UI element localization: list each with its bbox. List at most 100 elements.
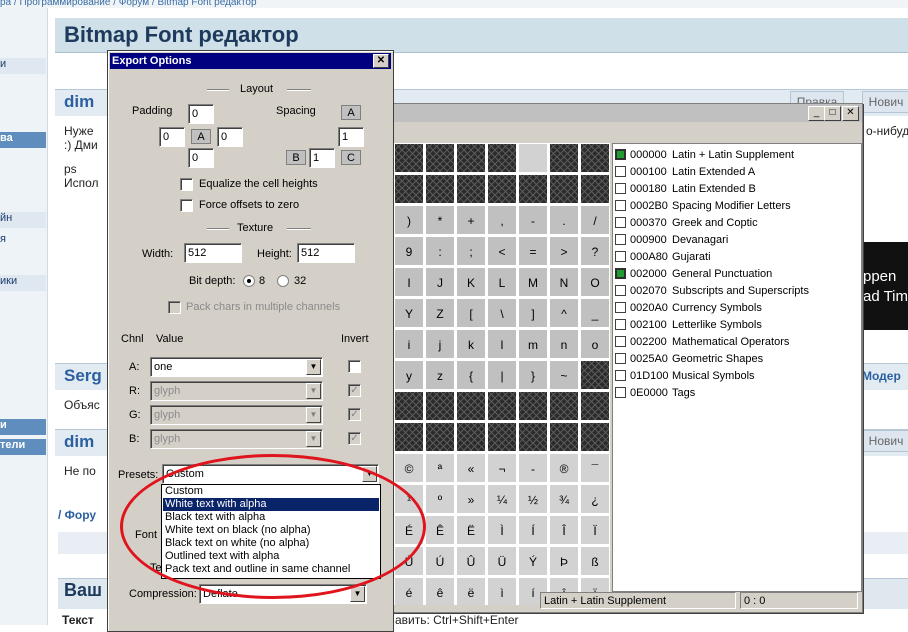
channel-r-select[interactable]: glyph ▼ [150, 381, 323, 401]
channel-b-select[interactable]: glyph ▼ [150, 429, 323, 449]
glyph-cell[interactable] [487, 422, 517, 452]
range-item[interactable]: 002200 Mathematical Operators [615, 334, 789, 350]
padding-top-field[interactable]: 0 [188, 104, 214, 124]
force-offsets-checkbox[interactable] [180, 199, 193, 212]
range-checkbox[interactable] [615, 336, 626, 347]
bitdepth-8-radio[interactable] [243, 275, 255, 287]
range-checkbox[interactable] [615, 387, 626, 398]
glyph-cell[interactable] [518, 174, 548, 204]
glyph-cell[interactable]: - [518, 205, 548, 235]
glyph-cell[interactable]: y [394, 360, 424, 390]
sidebar-item[interactable]: и [0, 58, 46, 74]
glyph-cell[interactable]: - [518, 453, 548, 483]
range-item[interactable]: 000370 Greek and Coptic [615, 215, 758, 231]
glyph-cell[interactable] [518, 422, 548, 452]
padding-bottom-field[interactable]: 0 [188, 148, 214, 168]
channel-r-invert-checkbox[interactable]: ✓ [348, 384, 361, 397]
glyph-cell[interactable]: n [549, 329, 579, 359]
glyph-cell[interactable] [394, 422, 424, 452]
range-checkbox[interactable] [615, 353, 626, 364]
sidebar-item[interactable]: йн [0, 212, 46, 228]
glyph-cell[interactable]: Ê [425, 515, 455, 545]
glyph-cell[interactable]: Î [549, 515, 579, 545]
range-checkbox[interactable] [615, 217, 626, 228]
spacing-vertical-field[interactable]: 1 [309, 148, 335, 168]
glyph-cell[interactable]: Z [425, 298, 455, 328]
range-item[interactable]: 002070 Subscripts and Superscripts [615, 283, 809, 299]
moderator-link[interactable]: Модер [862, 369, 901, 383]
glyph-cell[interactable]: O [580, 267, 610, 297]
range-checkbox[interactable] [615, 319, 626, 330]
sidebar-item[interactable]: и [0, 419, 46, 435]
spacing-horizontal-field[interactable]: 1 [338, 127, 364, 147]
padding-left-field[interactable]: 0 [159, 127, 185, 147]
glyph-cell[interactable]: ) [394, 205, 424, 235]
range-item[interactable]: 000000 Latin + Latin Supplement [615, 147, 794, 163]
glyph-cell[interactable] [425, 174, 455, 204]
glyph-cell[interactable]: z [425, 360, 455, 390]
glyph-cell[interactable] [456, 391, 486, 421]
range-checkbox[interactable] [615, 149, 626, 160]
glyph-cell[interactable]: ½ [518, 484, 548, 514]
glyph-cell[interactable]: M [518, 267, 548, 297]
new-button[interactable]: Нович [862, 430, 908, 452]
range-checkbox[interactable] [615, 166, 626, 177]
glyph-cell[interactable] [394, 391, 424, 421]
post-author[interactable]: dim [64, 92, 94, 112]
forum-link[interactable]: / Фору [58, 508, 96, 522]
glyph-cell[interactable]: « [456, 453, 486, 483]
glyph-cell[interactable]: » [456, 484, 486, 514]
glyph-cell[interactable] [549, 143, 579, 173]
range-checkbox[interactable] [615, 200, 626, 211]
glyph-cell[interactable] [549, 422, 579, 452]
channel-a-invert-checkbox[interactable] [348, 360, 361, 373]
glyph-cell[interactable]: L [487, 267, 517, 297]
glyph-cell[interactable]: Ü [487, 546, 517, 576]
glyph-cell[interactable]: > [549, 236, 579, 266]
glyph-cell[interactable] [487, 143, 517, 173]
glyph-cell[interactable]: + [456, 205, 486, 235]
sidebar-item[interactable]: ва [0, 132, 46, 148]
range-item[interactable]: 002000 General Punctuation [615, 266, 772, 282]
glyph-cell[interactable]: < [487, 236, 517, 266]
glyph-cell[interactable]: l [487, 329, 517, 359]
pack-channels-checkbox[interactable] [168, 301, 181, 314]
unicode-range-list[interactable]: 000000 Latin + Latin Supplement 000100 Lati… [612, 143, 862, 592]
glyph-cell[interactable]: j [425, 329, 455, 359]
glyph-cell[interactable]: ^ [549, 298, 579, 328]
glyph-cell[interactable]: ¬ [487, 453, 517, 483]
glyph-cell[interactable]: © [394, 453, 424, 483]
glyph-cell[interactable]: ë [456, 577, 486, 605]
glyph-cell[interactable] [456, 143, 486, 173]
glyph-cell[interactable] [549, 174, 579, 204]
glyph-cell[interactable]: o [580, 329, 610, 359]
glyph-cell[interactable]: : [425, 236, 455, 266]
padding-right-field[interactable]: 0 [217, 127, 243, 147]
channel-b-invert-checkbox[interactable]: ✓ [348, 432, 361, 445]
channel-a-select[interactable]: one ▼ [150, 357, 323, 377]
glyph-cell[interactable]: . [549, 205, 579, 235]
glyph-cell[interactable] [394, 143, 424, 173]
range-item[interactable]: 01D100 Musical Symbols [615, 368, 755, 384]
editor-titlebar[interactable]: _ □ ✕ [394, 104, 862, 122]
sidebar-item[interactable]: я [0, 233, 46, 249]
width-field[interactable]: 512 [184, 243, 242, 263]
channel-g-invert-checkbox[interactable]: ✓ [348, 408, 361, 421]
glyph-cell[interactable]: Í [518, 515, 548, 545]
glyph-cell[interactable]: Y [394, 298, 424, 328]
glyph-cell[interactable] [456, 422, 486, 452]
glyph-cell[interactable]: ¿ [580, 484, 610, 514]
glyph-cell[interactable]: J [425, 267, 455, 297]
range-item[interactable]: 000180 Latin Extended B [615, 181, 756, 197]
range-item[interactable]: 000900 Devanagari [615, 232, 728, 248]
glyph-cell[interactable] [580, 360, 610, 390]
glyph-cell[interactable] [487, 391, 517, 421]
glyph-cell[interactable]: \ [487, 298, 517, 328]
glyph-cell[interactable]: ? [580, 236, 610, 266]
glyph-cell[interactable]: Û [456, 546, 486, 576]
glyph-cell[interactable]: ~ [549, 360, 579, 390]
equalize-checkbox[interactable] [180, 178, 193, 191]
glyph-cell[interactable] [580, 143, 610, 173]
glyph-cell[interactable] [394, 174, 424, 204]
glyph-cell[interactable] [518, 143, 548, 173]
